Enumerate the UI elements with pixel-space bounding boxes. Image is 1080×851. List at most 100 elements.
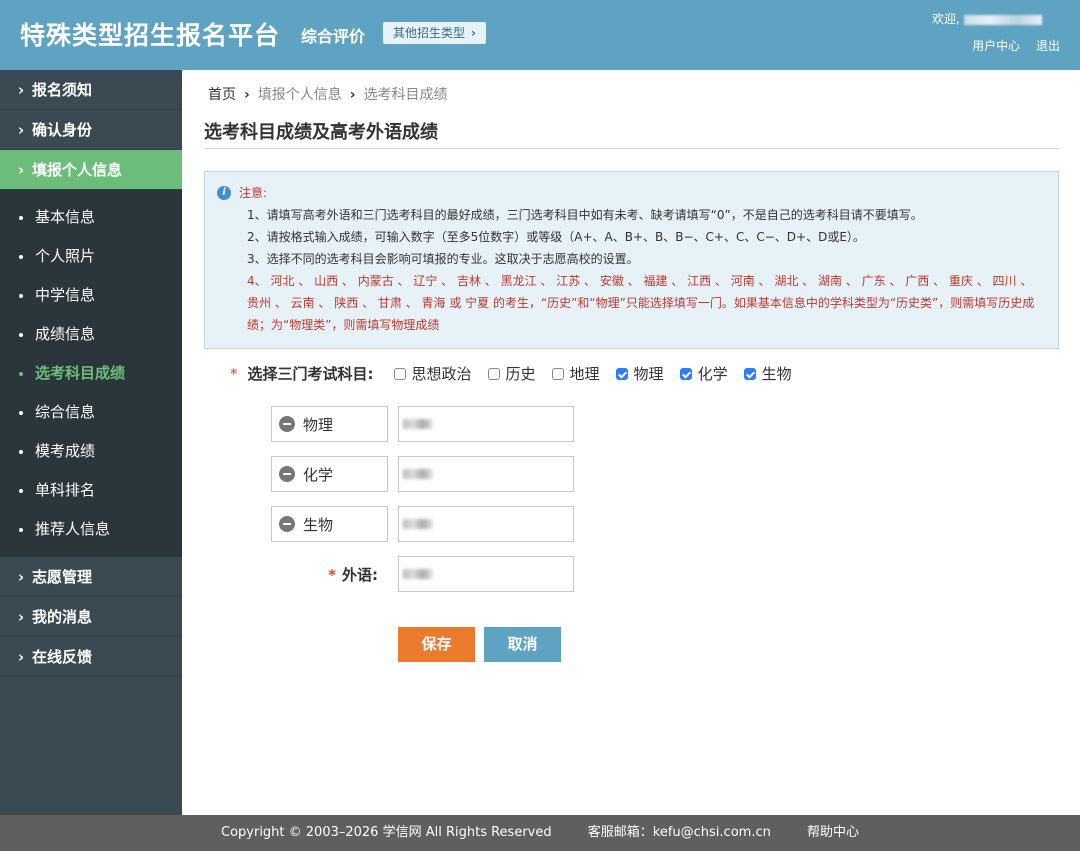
subject-name: 生物 — [303, 515, 334, 534]
chevron-right-icon: › — [18, 81, 25, 99]
sidebar-subitem-mock-exam[interactable]: 模考成绩 — [0, 432, 182, 471]
sidebar-item-label: 在线反馈 — [32, 648, 93, 666]
physics-score-input[interactable] — [398, 406, 574, 442]
sidebar: › 报名须知 › 确认身份 › 填报个人信息 基本信息 个人照片 中学信息 成绩信息 … — [0, 70, 182, 815]
checkbox-box[interactable] — [393, 367, 406, 380]
subject-tag: 化学 — [271, 456, 388, 492]
sidebar-item-feedback[interactable]: › 在线反馈 — [0, 637, 182, 677]
title-divider — [204, 148, 1059, 149]
support-email[interactable]: 客服邮箱：kefu@chsi.com.cn — [588, 825, 771, 840]
notice-line-3: 3、选择不同的选考科目会影响可填报的专业。这取决于志愿高校的设置。 — [247, 252, 639, 266]
minus-circle-icon[interactable] — [279, 466, 295, 482]
top-header: 特殊类型招生报名平台 综合评价 其他招生类型 › 欢迎, 用户中心 退出 — [0, 0, 1080, 70]
help-center-link[interactable]: 帮助中心 — [807, 825, 859, 840]
notice-box: i 注意: 1、请填写高考外语和三门选考科目的最好成绩，三门选考科目中如有未考、… — [204, 171, 1059, 349]
cancel-button[interactable]: 取消 — [484, 627, 561, 662]
required-mark: * — [230, 364, 238, 383]
checkbox-physics[interactable]: 物理 — [615, 363, 664, 384]
checkbox-politics[interactable]: 思想政治 — [393, 363, 472, 384]
foreign-language-label: * 外语: — [271, 564, 388, 585]
checkbox-label: 物理 — [633, 365, 664, 383]
info-icon: i — [217, 186, 231, 200]
sidebar-item-label: 填报个人信息 — [32, 161, 123, 179]
subject-selection-label: 选择三门考试科目: — [247, 365, 374, 383]
checkbox-box[interactable] — [551, 367, 564, 380]
subject-tag: 物理 — [271, 406, 388, 442]
sidebar-subitem-elective-scores[interactable]: 选考科目成绩 — [0, 354, 182, 393]
footer: Copyright © 2003–2026 学信网 All Rights Res… — [0, 815, 1080, 851]
sidebar-item-confirm-identity[interactable]: › 确认身份 — [0, 110, 182, 150]
minus-circle-icon[interactable] — [279, 516, 295, 532]
chevron-right-icon: › — [18, 648, 25, 666]
sidebar-item-label: 我的消息 — [32, 608, 93, 626]
chevron-right-icon: › — [349, 87, 356, 103]
blurred-score — [403, 469, 433, 479]
sidebar-subitem-grades[interactable]: 成绩信息 — [0, 315, 182, 354]
chemistry-score-input[interactable] — [398, 456, 574, 492]
sidebar-item-registration-notice[interactable]: › 报名须知 — [0, 70, 182, 110]
biology-score-input[interactable] — [398, 506, 574, 542]
sidebar-item-application-management[interactable]: › 志愿管理 — [0, 557, 182, 597]
save-button[interactable]: 保存 — [398, 627, 475, 662]
checkbox-box-checked[interactable] — [679, 367, 692, 380]
admission-type-label: 综合评价 — [301, 27, 366, 46]
sidebar-submenu: 基本信息 个人照片 中学信息 成绩信息 选考科目成绩 综合信息 模考成绩 单科排… — [0, 190, 182, 557]
checkbox-geography[interactable]: 地理 — [551, 363, 600, 384]
page-title: 选考科目成绩及高考外语成绩 — [204, 122, 438, 143]
score-row-biology: 生物 — [271, 506, 574, 542]
checkbox-box[interactable] — [487, 367, 500, 380]
sidebar-item-label: 确认身份 — [32, 121, 93, 139]
other-admission-types-button[interactable]: 其他招生类型 › — [383, 22, 486, 44]
sidebar-subitem-photo[interactable]: 个人照片 — [0, 237, 182, 276]
welcome-text: 欢迎, — [932, 10, 1042, 27]
subject-name: 物理 — [303, 415, 334, 434]
chevron-right-icon: › — [18, 608, 25, 626]
welcome-label: 欢迎, — [932, 12, 960, 26]
breadcrumb: 首页 › 填报个人信息 › 选考科目成绩 — [208, 84, 448, 104]
chevron-right-icon: › — [471, 26, 476, 40]
score-row-chemistry: 化学 — [271, 456, 574, 492]
notice-line-4: 4、 河北 、 山西 、 内蒙古 、 辽宁 、 吉林 、 黑龙江 、 江苏 、 … — [247, 274, 1035, 332]
chevron-right-icon: › — [18, 161, 25, 179]
sidebar-subitem-subject-rank[interactable]: 单科排名 — [0, 471, 182, 510]
checkbox-box-checked[interactable] — [743, 367, 756, 380]
breadcrumb-home[interactable]: 首页 — [208, 87, 236, 103]
checkbox-chemistry[interactable]: 化学 — [679, 363, 728, 384]
copyright-text: Copyright © 2003–2026 学信网 All Rights Res… — [221, 825, 552, 840]
chevron-right-icon: › — [18, 121, 25, 139]
sidebar-subitem-basic-info[interactable]: 基本信息 — [0, 198, 182, 237]
blurred-score — [403, 569, 433, 579]
sidebar-subitem-referee[interactable]: 推荐人信息 — [0, 510, 182, 549]
subject-selection-row: * 选择三门考试科目: 思想政治 历史 地理 物理 化学 生物 — [230, 363, 808, 384]
checkbox-box-checked[interactable] — [615, 367, 628, 380]
other-admission-types-label: 其他招生类型 — [393, 26, 466, 40]
breadcrumb-personal-info[interactable]: 填报个人信息 — [258, 87, 342, 103]
blurred-username — [963, 14, 1042, 25]
sidebar-item-personal-info[interactable]: › 填报个人信息 — [0, 150, 182, 190]
sidebar-subitem-school-info[interactable]: 中学信息 — [0, 276, 182, 315]
sidebar-subitem-comprehensive-info[interactable]: 综合信息 — [0, 393, 182, 432]
required-mark: * — [328, 565, 336, 584]
checkbox-label: 化学 — [697, 365, 728, 383]
user-center-link[interactable]: 用户中心 — [972, 39, 1020, 53]
checkbox-label: 生物 — [761, 365, 792, 383]
blurred-score — [403, 419, 433, 429]
sidebar-item-label: 报名须知 — [32, 81, 93, 99]
score-row-foreign-language: * 外语: — [271, 556, 574, 592]
sidebar-item-messages[interactable]: › 我的消息 — [0, 597, 182, 637]
checkbox-history[interactable]: 历史 — [487, 363, 536, 384]
checkbox-label: 地理 — [569, 365, 600, 383]
sidebar-item-label: 志愿管理 — [32, 568, 93, 586]
blurred-score — [403, 519, 433, 529]
chevron-right-icon: › — [18, 568, 25, 586]
notice-line-2: 2、请按格式输入成绩，可输入数字（至多5位数字）或等级（A+、A、B+、B、B−… — [247, 230, 865, 244]
checkbox-label: 历史 — [505, 365, 536, 383]
foreign-language-score-input[interactable] — [398, 556, 574, 592]
logout-link[interactable]: 退出 — [1036, 39, 1060, 53]
subject-tag: 生物 — [271, 506, 388, 542]
minus-circle-icon[interactable] — [279, 416, 295, 432]
notice-heading-row: i 注意: — [217, 182, 1046, 204]
checkbox-biology[interactable]: 生物 — [743, 363, 792, 384]
breadcrumb-current: 选考科目成绩 — [363, 87, 448, 103]
subject-name: 化学 — [303, 465, 334, 484]
